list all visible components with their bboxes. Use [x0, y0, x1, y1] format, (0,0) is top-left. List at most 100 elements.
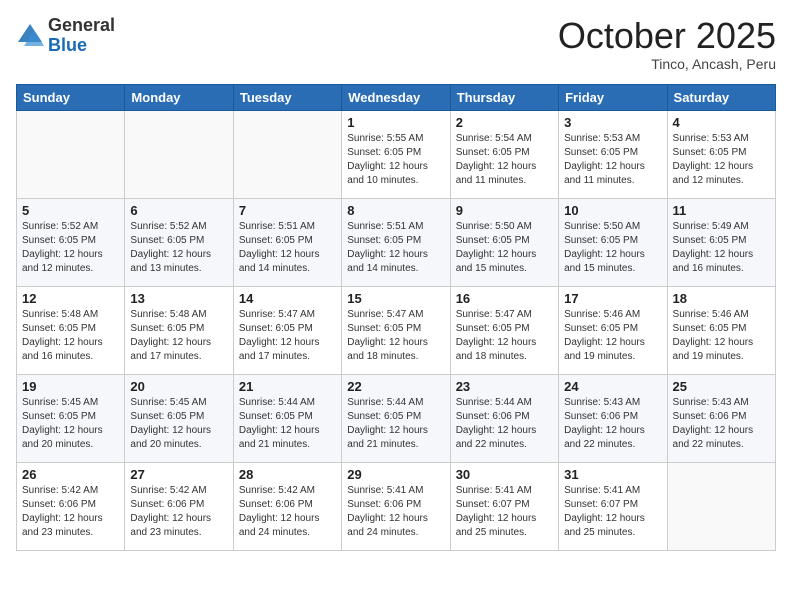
weekday-header-thursday: Thursday — [450, 84, 558, 110]
day-number: 14 — [239, 291, 336, 306]
calendar-week-1: 1 Sunrise: 5:55 AM Sunset: 6:05 PM Daylig… — [17, 110, 776, 198]
day-info: Sunrise: 5:44 AM Sunset: 6:05 PM Dayligh… — [239, 396, 336, 452]
day-number: 2 — [456, 115, 553, 130]
day-info: Sunrise: 5:47 AM Sunset: 6:05 PM Dayligh… — [239, 308, 336, 364]
day-number: 31 — [564, 467, 661, 482]
calendar-cell — [17, 110, 125, 198]
calendar-cell: 22Sunrise: 5:44 AM Sunset: 6:05 PM Dayli… — [342, 374, 450, 462]
day-info: Sunrise: 5:42 AM Sunset: 6:06 PM Dayligh… — [130, 484, 227, 540]
calendar-cell — [667, 462, 775, 550]
day-info: Sunrise: 5:53 AM Sunset: 6:05 PM Dayligh… — [673, 132, 770, 188]
day-info: Sunrise: 5:49 AM Sunset: 6:05 PM Dayligh… — [673, 220, 770, 276]
title-block: October 2025 Tinco, Ancash, Peru — [558, 16, 776, 72]
day-number: 6 — [130, 203, 227, 218]
day-info: Sunrise: 5:53 AM Sunset: 6:05 PM Dayligh… — [564, 132, 661, 188]
day-number: 16 — [456, 291, 553, 306]
day-info: Sunrise: 5:47 AM Sunset: 6:05 PM Dayligh… — [347, 308, 444, 364]
calendar-cell: 24Sunrise: 5:43 AM Sunset: 6:06 PM Dayli… — [559, 374, 667, 462]
calendar-cell: 30 Sunrise: 5:41 AM Sunset: 6:07 PM Dayli… — [450, 462, 558, 550]
calendar-cell: 27 Sunrise: 5:42 AM Sunset: 6:06 PM Dayli… — [125, 462, 233, 550]
day-info: Sunrise: 5:51 AM Sunset: 6:05 PM Dayligh… — [347, 220, 444, 276]
weekday-header-wednesday: Wednesday — [342, 84, 450, 110]
day-info: Sunrise: 5:52 AM Sunset: 6:05 PM Dayligh… — [130, 220, 227, 276]
calendar-week-2: 5Sunrise: 5:52 AM Sunset: 6:05 PM Daylig… — [17, 198, 776, 286]
calendar-body: 1 Sunrise: 5:55 AM Sunset: 6:05 PM Daylig… — [17, 110, 776, 550]
day-number: 12 — [22, 291, 119, 306]
day-number: 27 — [130, 467, 227, 482]
day-info: Sunrise: 5:42 AM Sunset: 6:06 PM Dayligh… — [239, 484, 336, 540]
day-info: Sunrise: 5:44 AM Sunset: 6:06 PM Dayligh… — [456, 396, 553, 452]
day-number: 28 — [239, 467, 336, 482]
day-number: 1 — [347, 115, 444, 130]
day-number: 10 — [564, 203, 661, 218]
day-info: Sunrise: 5:55 AM Sunset: 6:05 PM Dayligh… — [347, 132, 444, 188]
day-number: 7 — [239, 203, 336, 218]
weekday-header-friday: Friday — [559, 84, 667, 110]
day-info: Sunrise: 5:46 AM Sunset: 6:05 PM Dayligh… — [673, 308, 770, 364]
calendar-cell: 12 Sunrise: 5:48 AM Sunset: 6:05 PM Dayli… — [17, 286, 125, 374]
calendar-cell: 3 Sunrise: 5:53 AM Sunset: 6:05 PM Daylig… — [559, 110, 667, 198]
logo-text: General Blue — [48, 16, 115, 56]
logo-icon — [16, 22, 44, 50]
day-number: 17 — [564, 291, 661, 306]
logo: General Blue — [16, 16, 115, 56]
calendar-cell: 1 Sunrise: 5:55 AM Sunset: 6:05 PM Daylig… — [342, 110, 450, 198]
day-info: Sunrise: 5:50 AM Sunset: 6:05 PM Dayligh… — [456, 220, 553, 276]
calendar-cell — [125, 110, 233, 198]
calendar-cell: 31 Sunrise: 5:41 AM Sunset: 6:07 PM Dayli… — [559, 462, 667, 550]
calendar-week-4: 19Sunrise: 5:45 AM Sunset: 6:05 PM Dayli… — [17, 374, 776, 462]
calendar-cell: 21Sunrise: 5:44 AM Sunset: 6:05 PM Dayli… — [233, 374, 341, 462]
day-info: Sunrise: 5:45 AM Sunset: 6:05 PM Dayligh… — [22, 396, 119, 452]
day-info: Sunrise: 5:47 AM Sunset: 6:05 PM Dayligh… — [456, 308, 553, 364]
calendar-cell: 10 Sunrise: 5:50 AM Sunset: 6:05 PM Dayli… — [559, 198, 667, 286]
calendar-cell: 29Sunrise: 5:41 AM Sunset: 6:06 PM Dayli… — [342, 462, 450, 550]
weekday-row: SundayMondayTuesdayWednesdayThursdayFrid… — [17, 84, 776, 110]
calendar-cell: 13 Sunrise: 5:48 AM Sunset: 6:05 PM Dayli… — [125, 286, 233, 374]
calendar-cell: 11Sunrise: 5:49 AM Sunset: 6:05 PM Dayli… — [667, 198, 775, 286]
calendar-cell: 9 Sunrise: 5:50 AM Sunset: 6:05 PM Daylig… — [450, 198, 558, 286]
calendar-cell: 6 Sunrise: 5:52 AM Sunset: 6:05 PM Daylig… — [125, 198, 233, 286]
calendar-cell: 15 Sunrise: 5:47 AM Sunset: 6:05 PM Dayli… — [342, 286, 450, 374]
page-header: General Blue October 2025 Tinco, Ancash,… — [16, 16, 776, 72]
day-info: Sunrise: 5:43 AM Sunset: 6:06 PM Dayligh… — [673, 396, 770, 452]
day-info: Sunrise: 5:48 AM Sunset: 6:05 PM Dayligh… — [22, 308, 119, 364]
calendar-cell: 28 Sunrise: 5:42 AM Sunset: 6:06 PM Dayli… — [233, 462, 341, 550]
logo-blue: Blue — [48, 35, 87, 55]
calendar-cell: 26 Sunrise: 5:42 AM Sunset: 6:06 PM Dayli… — [17, 462, 125, 550]
day-info: Sunrise: 5:41 AM Sunset: 6:07 PM Dayligh… — [456, 484, 553, 540]
weekday-header-sunday: Sunday — [17, 84, 125, 110]
day-number: 18 — [673, 291, 770, 306]
weekday-header-monday: Monday — [125, 84, 233, 110]
day-info: Sunrise: 5:43 AM Sunset: 6:06 PM Dayligh… — [564, 396, 661, 452]
day-number: 13 — [130, 291, 227, 306]
day-number: 30 — [456, 467, 553, 482]
day-number: 23 — [456, 379, 553, 394]
day-info: Sunrise: 5:41 AM Sunset: 6:07 PM Dayligh… — [564, 484, 661, 540]
month-title: October 2025 — [558, 16, 776, 56]
calendar-cell: 19Sunrise: 5:45 AM Sunset: 6:05 PM Dayli… — [17, 374, 125, 462]
logo-general: General — [48, 15, 115, 35]
day-info: Sunrise: 5:45 AM Sunset: 6:05 PM Dayligh… — [130, 396, 227, 452]
day-number: 26 — [22, 467, 119, 482]
calendar-cell: 7Sunrise: 5:51 AM Sunset: 6:05 PM Daylig… — [233, 198, 341, 286]
calendar-cell: 16 Sunrise: 5:47 AM Sunset: 6:05 PM Dayli… — [450, 286, 558, 374]
day-number: 15 — [347, 291, 444, 306]
day-number: 3 — [564, 115, 661, 130]
day-number: 9 — [456, 203, 553, 218]
day-number: 20 — [130, 379, 227, 394]
calendar-cell: 2 Sunrise: 5:54 AM Sunset: 6:05 PM Daylig… — [450, 110, 558, 198]
day-info: Sunrise: 5:50 AM Sunset: 6:05 PM Dayligh… — [564, 220, 661, 276]
calendar-cell: 25Sunrise: 5:43 AM Sunset: 6:06 PM Dayli… — [667, 374, 775, 462]
calendar-cell: 8Sunrise: 5:51 AM Sunset: 6:05 PM Daylig… — [342, 198, 450, 286]
calendar-cell: 14 Sunrise: 5:47 AM Sunset: 6:05 PM Dayli… — [233, 286, 341, 374]
day-info: Sunrise: 5:54 AM Sunset: 6:05 PM Dayligh… — [456, 132, 553, 188]
day-info: Sunrise: 5:52 AM Sunset: 6:05 PM Dayligh… — [22, 220, 119, 276]
calendar-week-5: 26 Sunrise: 5:42 AM Sunset: 6:06 PM Dayli… — [17, 462, 776, 550]
day-info: Sunrise: 5:48 AM Sunset: 6:05 PM Dayligh… — [130, 308, 227, 364]
day-info: Sunrise: 5:42 AM Sunset: 6:06 PM Dayligh… — [22, 484, 119, 540]
calendar-cell: 5Sunrise: 5:52 AM Sunset: 6:05 PM Daylig… — [17, 198, 125, 286]
calendar-cell: 20 Sunrise: 5:45 AM Sunset: 6:05 PM Dayli… — [125, 374, 233, 462]
calendar-cell: 4 Sunrise: 5:53 AM Sunset: 6:05 PM Daylig… — [667, 110, 775, 198]
day-number: 4 — [673, 115, 770, 130]
calendar-cell — [233, 110, 341, 198]
